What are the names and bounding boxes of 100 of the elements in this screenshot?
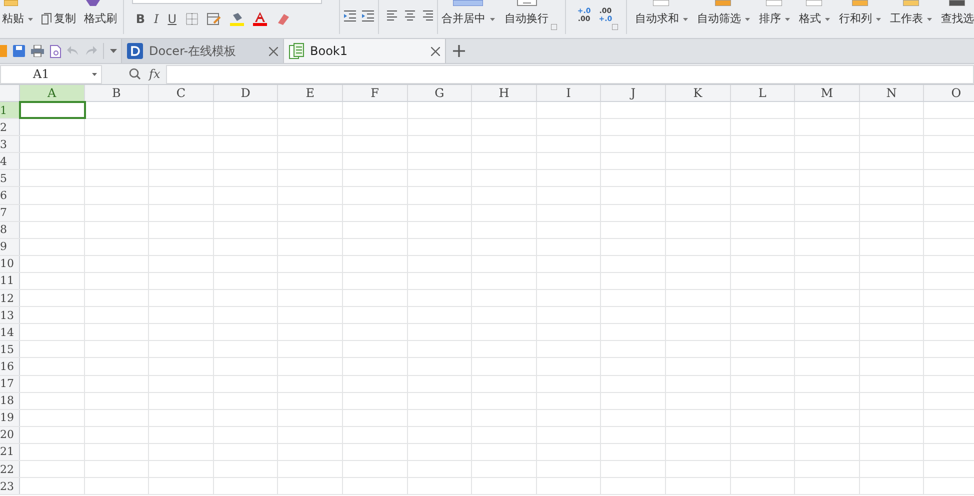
table-style-icon[interactable]	[206, 13, 221, 25]
copy-button[interactable]: 复制	[39, 10, 78, 28]
column-header[interactable]: J	[601, 85, 666, 101]
row-header[interactable]: 2	[0, 119, 20, 136]
align-center-icon[interactable]	[404, 10, 415, 21]
zoom-icon[interactable]	[129, 68, 141, 80]
tool-icon	[902, 0, 919, 6]
column-header[interactable]: A	[20, 85, 85, 101]
column-header[interactable]: M	[795, 85, 860, 101]
clear-format-icon[interactable]	[276, 13, 290, 25]
align-left-icon[interactable]	[386, 10, 397, 21]
column-header[interactable]: D	[214, 85, 278, 101]
borders-icon[interactable]	[186, 13, 198, 25]
column-header[interactable]: N	[860, 85, 924, 101]
bold-button[interactable]: B	[136, 10, 145, 28]
column-header[interactable]: I	[536, 85, 602, 101]
function-button[interactable]: fx	[149, 65, 160, 83]
row-header[interactable]: 9	[0, 238, 20, 255]
tool-icon	[766, 0, 782, 6]
caret-icon	[490, 18, 495, 21]
tool-button[interactable]: 工作表	[890, 11, 932, 28]
merge-icon	[453, 0, 484, 6]
caret-icon	[744, 18, 750, 21]
caret-icon	[926, 18, 932, 21]
row-header[interactable]: 11	[0, 272, 20, 290]
italic-button[interactable]: I	[154, 10, 159, 28]
column-header[interactable]: L	[730, 85, 796, 101]
row-header[interactable]: 22	[0, 460, 20, 478]
format-painter-button[interactable]: 格式刷	[82, 10, 119, 28]
caret-icon	[28, 18, 33, 20]
customize-caret-icon[interactable]	[110, 49, 117, 53]
close-icon[interactable]	[269, 46, 278, 56]
print-preview-icon[interactable]	[50, 44, 61, 58]
selected-cell[interactable]	[20, 102, 85, 118]
close-icon[interactable]	[431, 46, 440, 56]
column-header[interactable]: E	[278, 85, 343, 101]
tool-icon	[715, 0, 732, 6]
launcher-icon[interactable]	[550, 24, 557, 30]
row-header[interactable]: 12	[0, 290, 20, 306]
row-header[interactable]: 16	[0, 358, 20, 374]
row-header[interactable]: 3	[0, 136, 20, 152]
align-right-icon[interactable]	[422, 10, 433, 21]
row-header[interactable]: 8	[0, 222, 20, 238]
merge-center-button[interactable]: 合并居中	[442, 11, 495, 28]
caret-icon	[682, 18, 688, 21]
column-header[interactable]: H	[472, 85, 537, 101]
row-header[interactable]: 15	[0, 341, 20, 358]
tool-icon	[949, 0, 966, 6]
row-header[interactable]: 19	[0, 410, 20, 426]
wrap-text-button[interactable]: 自动换行	[504, 11, 549, 28]
column-header[interactable]: K	[666, 85, 731, 101]
column-header[interactable]: C	[149, 85, 214, 101]
tool-button[interactable]: 查找选	[940, 11, 974, 28]
document-tab[interactable]: Book1	[283, 39, 445, 63]
column-header[interactable]: O	[924, 85, 974, 101]
save-icon[interactable]	[13, 45, 25, 57]
document-tab[interactable]: Docer-在线模板	[121, 39, 283, 63]
wrap-text-icon	[516, 0, 537, 6]
tab-title: Docer-在线模板	[149, 43, 238, 60]
caret-icon	[92, 72, 97, 76]
row-header[interactable]: 4	[0, 153, 20, 170]
name-box[interactable]: A1	[0, 64, 102, 84]
row-header[interactable]: 23	[0, 478, 20, 494]
new-tab-icon[interactable]	[453, 45, 465, 57]
formula-field[interactable]	[166, 64, 974, 84]
row-header[interactable]: 14	[0, 324, 20, 340]
row-header[interactable]: 20	[0, 426, 20, 443]
tool-button[interactable]: 自动求和	[634, 11, 688, 28]
column-header[interactable]: G	[408, 85, 472, 101]
column-header[interactable]: F	[342, 85, 408, 101]
brush-icon	[86, 0, 100, 6]
font-color-icon[interactable]	[252, 12, 267, 26]
print-icon[interactable]	[31, 45, 44, 57]
tab-title: Book1	[310, 43, 348, 60]
tool-button[interactable]: 行和列	[838, 11, 881, 28]
increase-indent-icon[interactable]	[362, 10, 374, 22]
docer-logo-icon	[127, 43, 143, 59]
row-header[interactable]: 7	[0, 204, 20, 221]
decrease-indent-icon[interactable]	[344, 10, 356, 22]
row-header[interactable]: 13	[0, 307, 20, 324]
row-header[interactable]: 10	[0, 256, 20, 272]
tool-button[interactable]: 格式	[798, 11, 830, 28]
caret-icon	[824, 18, 830, 21]
row-header[interactable]: 18	[0, 392, 20, 409]
caret-icon	[784, 18, 790, 21]
underline-button[interactable]: U	[168, 10, 177, 28]
tool-icon	[852, 0, 868, 6]
row-header[interactable]: 6	[0, 187, 20, 204]
tool-button[interactable]: 排序	[758, 11, 790, 28]
fill-color-icon[interactable]	[230, 12, 244, 26]
row-header[interactable]: 21	[0, 444, 20, 460]
column-header[interactable]: B	[84, 85, 150, 101]
launcher-icon[interactable]	[612, 24, 618, 30]
caret-icon	[876, 18, 881, 21]
spreadsheet-file-icon	[289, 43, 304, 59]
row-header[interactable]: 5	[0, 170, 20, 186]
row-header[interactable]: 1	[0, 102, 20, 118]
row-header[interactable]: 17	[0, 376, 20, 392]
paste-button[interactable]: 粘贴	[0, 10, 35, 28]
tool-button[interactable]: 自动筛选	[696, 11, 750, 28]
